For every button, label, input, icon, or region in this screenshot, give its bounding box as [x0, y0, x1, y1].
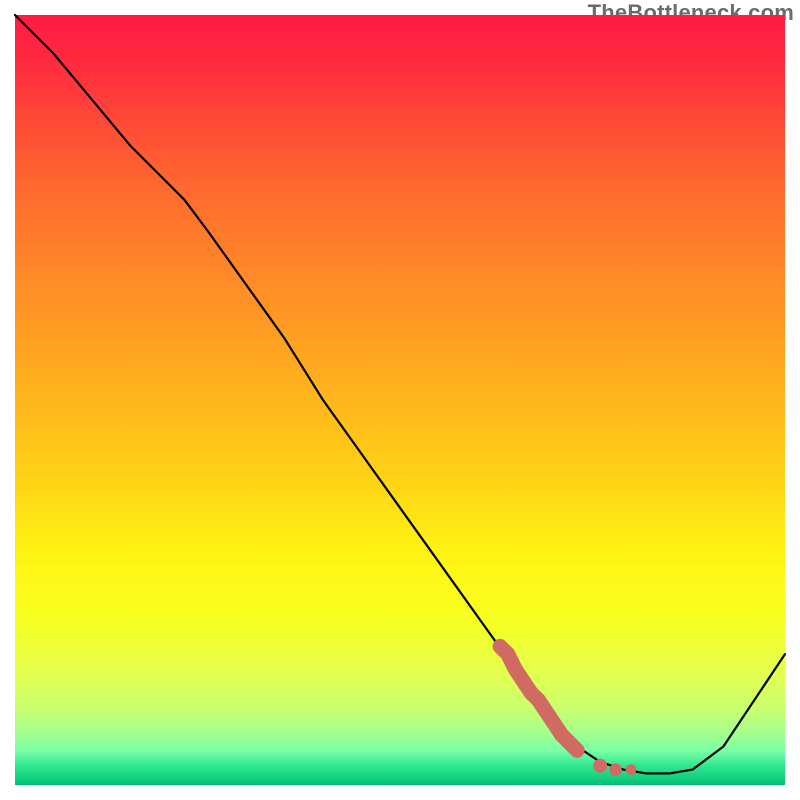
chart-container: TheBottleneck.com	[0, 0, 800, 800]
curve-line	[15, 15, 785, 773]
plot-area	[15, 15, 785, 785]
highlight-segment	[500, 646, 636, 775]
chart-overlay	[15, 15, 785, 785]
